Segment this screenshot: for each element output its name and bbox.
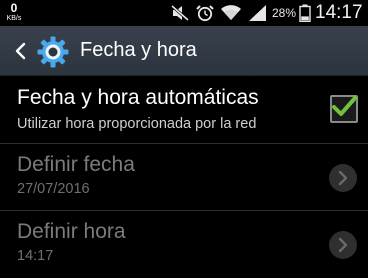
- auto-date-time-checkbox[interactable]: [330, 95, 358, 123]
- setting-value: 14:17: [17, 248, 54, 264]
- chevron-right-icon: [329, 164, 357, 192]
- setting-auto-date-time[interactable]: Fecha y hora automáticas Utilizar hora p…: [0, 77, 368, 147]
- chevron-right-icon: [329, 231, 357, 259]
- data-rate-value: 0: [10, 1, 18, 15]
- battery-percent: 28%: [272, 6, 297, 20]
- setting-set-time[interactable]: Definir hora 14:17: [0, 211, 368, 278]
- setting-title: Definir fecha: [17, 153, 135, 176]
- alarm-icon: [196, 5, 214, 22]
- settings-gear-icon[interactable]: [36, 35, 70, 69]
- signal-icon: [249, 5, 266, 21]
- mute-icon: [171, 4, 189, 22]
- setting-value: 27/07/2016: [17, 181, 90, 197]
- clock: 14:17: [315, 2, 363, 23]
- battery-icon: [299, 4, 311, 22]
- setting-title: Definir hora: [17, 220, 126, 243]
- data-rate-indicator: 0 KB/s: [3, 2, 25, 22]
- setting-subtitle: Utilizar hora proporcionada por la red: [17, 116, 257, 132]
- setting-title: Fecha y hora automáticas: [17, 86, 259, 109]
- back-icon[interactable]: [14, 41, 28, 61]
- data-rate-unit: KB/s: [6, 15, 22, 22]
- setting-set-date[interactable]: Definir fecha 27/07/2016: [0, 144, 368, 214]
- action-bar: Fecha y hora: [0, 26, 368, 76]
- status-bar: 0 KB/s 28% 14:17: [0, 0, 368, 26]
- wifi-icon: [221, 5, 241, 20]
- action-bar-title: Fecha y hora: [80, 39, 197, 61]
- checkmark-icon: [332, 96, 357, 116]
